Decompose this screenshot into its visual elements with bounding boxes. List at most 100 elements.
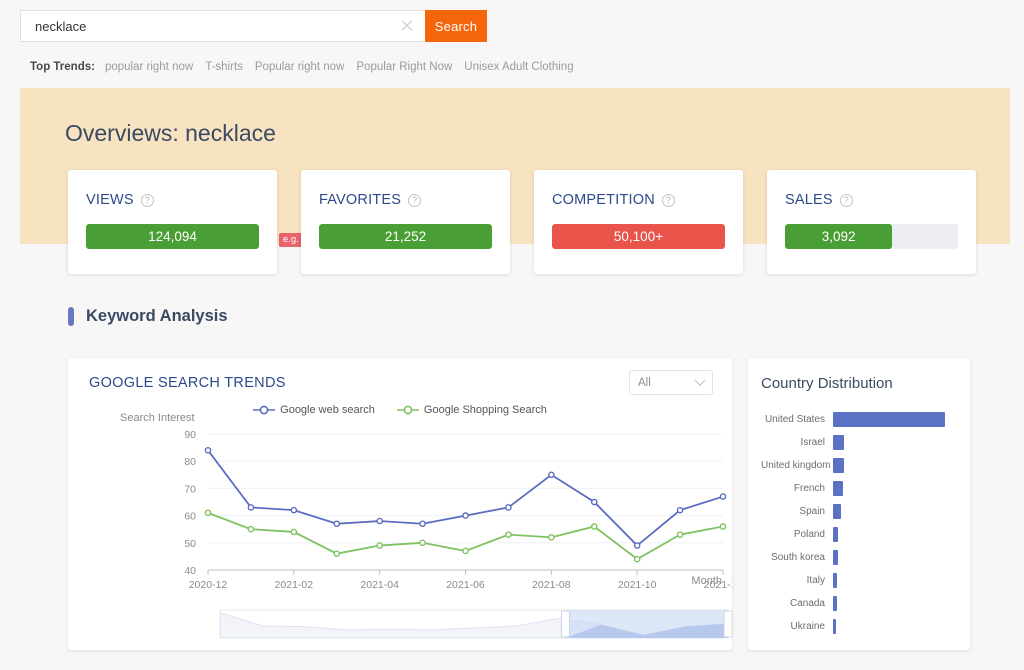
- y-tick-label: 60: [184, 511, 196, 523]
- metric-card-header: VIEWS?: [86, 192, 259, 208]
- top-trends-label: Top Trends:: [30, 61, 95, 73]
- data-point[interactable]: [420, 540, 425, 545]
- country-bar[interactable]: [833, 596, 837, 611]
- data-point[interactable]: [334, 521, 339, 526]
- search-button[interactable]: Search: [425, 10, 487, 42]
- trend-link-3[interactable]: Popular Right Now: [356, 61, 452, 73]
- country-distribution-panel: Country Distribution United StatesIsrael…: [748, 358, 970, 650]
- x-tick-label: 2021-02: [275, 579, 314, 590]
- country-label: United States: [761, 414, 833, 425]
- search-bar: Search: [20, 10, 487, 42]
- data-point[interactable]: [248, 505, 253, 510]
- data-point[interactable]: [205, 448, 210, 453]
- data-point[interactable]: [635, 543, 640, 548]
- data-point[interactable]: [334, 551, 339, 556]
- country-bar[interactable]: [833, 619, 836, 634]
- y-tick-label: 90: [184, 429, 196, 441]
- x-tick-label: 2021-06: [446, 579, 485, 590]
- trend-link-1[interactable]: T-shirts: [205, 61, 243, 73]
- country-label: Israel: [761, 437, 833, 448]
- question-icon[interactable]: ?: [840, 194, 853, 207]
- question-icon[interactable]: ?: [408, 194, 421, 207]
- data-point[interactable]: [549, 472, 554, 477]
- data-point[interactable]: [463, 548, 468, 553]
- data-point[interactable]: [677, 508, 682, 513]
- clear-icon[interactable]: [399, 18, 415, 34]
- data-point[interactable]: [592, 499, 597, 504]
- data-point[interactable]: [463, 513, 468, 518]
- question-icon[interactable]: ?: [141, 194, 154, 207]
- keyword-analysis-heading: Keyword Analysis: [68, 307, 228, 326]
- country-bar[interactable]: [833, 435, 844, 450]
- search-input[interactable]: [35, 19, 399, 34]
- metric-bar-track: 124,094: [86, 224, 259, 249]
- x-tick-label: 2021-10: [618, 579, 657, 590]
- search-box[interactable]: [20, 10, 425, 42]
- legend-item-1[interactable]: Google Shopping Search: [397, 404, 547, 416]
- country-bar[interactable]: [833, 573, 837, 588]
- data-point[interactable]: [506, 532, 511, 537]
- data-point[interactable]: [291, 508, 296, 513]
- metric-bar-track: 50,100+: [552, 224, 725, 249]
- metric-card-views: VIEWS? 124,094: [68, 170, 277, 274]
- chevron-down-icon: [694, 374, 705, 385]
- country-row: Italy: [761, 569, 956, 592]
- legend-label: Google web search: [280, 404, 375, 416]
- country-bar[interactable]: [833, 550, 838, 565]
- legend-item-0[interactable]: Google web search: [253, 404, 375, 416]
- trends-filter-select[interactable]: All: [629, 370, 713, 395]
- section-title: Keyword Analysis: [86, 307, 228, 326]
- data-point[interactable]: [720, 494, 725, 499]
- data-point[interactable]: [635, 557, 640, 562]
- data-point[interactable]: [592, 524, 597, 529]
- country-bar[interactable]: [833, 412, 945, 427]
- brush-handle-end[interactable]: [724, 611, 732, 637]
- metric-bar-fill: 50,100+: [552, 224, 725, 249]
- trend-link-2[interactable]: Popular right now: [255, 61, 345, 73]
- chart-zoom-brush[interactable]: [68, 606, 732, 642]
- metric-label: COMPETITION: [552, 192, 655, 208]
- x-tick-label: 2021-04: [360, 579, 399, 590]
- top-trends: Top Trends: popular right now T-shirts Pop…: [30, 57, 586, 75]
- data-point[interactable]: [248, 527, 253, 532]
- brush-handle-start[interactable]: [561, 611, 569, 637]
- data-point[interactable]: [291, 529, 296, 534]
- data-point[interactable]: [205, 510, 210, 515]
- country-row: Canada: [761, 592, 956, 615]
- trend-link-4[interactable]: Unisex Adult Clothing: [464, 61, 573, 73]
- data-point[interactable]: [377, 543, 382, 548]
- metric-label: FAVORITES: [319, 192, 401, 208]
- country-row: United States: [761, 408, 956, 431]
- country-row: Spain: [761, 500, 956, 523]
- legend-marker-icon: [397, 404, 419, 416]
- top-trends-links: popular right now T-shirts Popular right n…: [105, 57, 586, 75]
- metric-card-sales: SALES?3,092: [767, 170, 976, 274]
- country-bar[interactable]: [833, 504, 841, 519]
- country-row: French: [761, 477, 956, 500]
- country-row: Poland: [761, 523, 956, 546]
- country-label: Spain: [761, 506, 833, 517]
- country-label: Canada: [761, 598, 833, 609]
- trends-panel-title: GOOGLE SEARCH TRENDS: [89, 375, 286, 391]
- country-bar[interactable]: [833, 458, 844, 473]
- data-point[interactable]: [549, 535, 554, 540]
- country-label: Poland: [761, 529, 833, 540]
- metric-card-header: FAVORITES?: [319, 192, 492, 208]
- data-point[interactable]: [677, 532, 682, 537]
- data-point[interactable]: [377, 518, 382, 523]
- trends-filter-value: All: [638, 377, 696, 389]
- data-point[interactable]: [506, 505, 511, 510]
- country-row: South korea: [761, 546, 956, 569]
- data-point[interactable]: [420, 521, 425, 526]
- y-tick-label: 70: [184, 483, 196, 495]
- country-bar[interactable]: [833, 481, 843, 496]
- page-title-text: Overviews: necklace: [65, 120, 276, 146]
- trend-link-0[interactable]: popular right now: [105, 61, 193, 73]
- country-bar[interactable]: [833, 527, 838, 542]
- question-icon[interactable]: ?: [662, 194, 675, 207]
- country-label: South korea: [761, 552, 833, 563]
- data-point[interactable]: [720, 524, 725, 529]
- country-label: French: [761, 483, 833, 494]
- metric-label: VIEWS: [86, 192, 134, 208]
- metric-bar-fill: 124,094: [86, 224, 259, 249]
